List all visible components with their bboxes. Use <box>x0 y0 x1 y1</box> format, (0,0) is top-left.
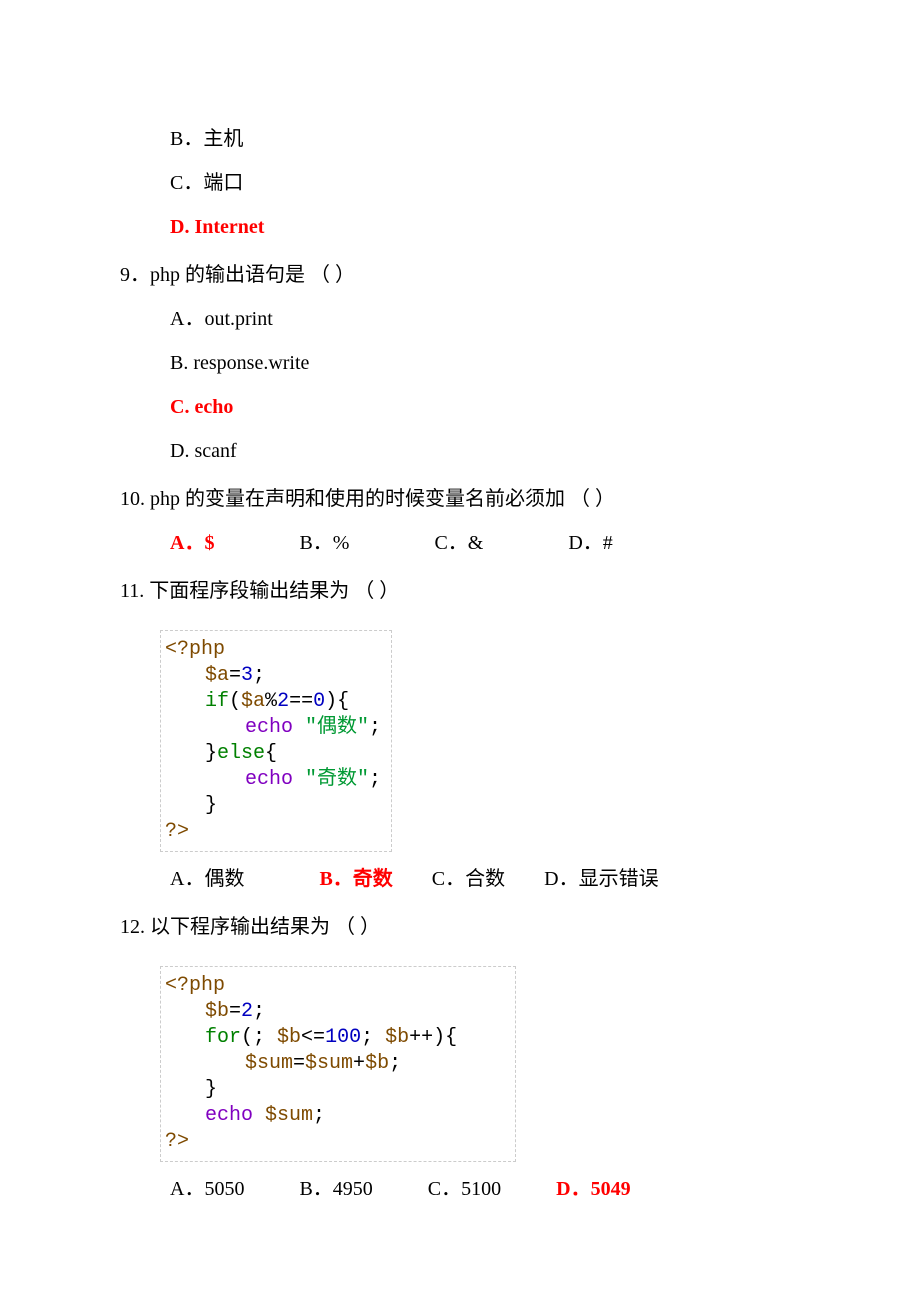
q8-option-d: D. Internet <box>120 212 800 242</box>
code-token: echo <box>205 1104 253 1127</box>
code-token: <?php <box>165 974 225 997</box>
q9-text: 9．php 的输出语句是 （ ） <box>120 260 800 290</box>
code-token: for <box>205 1026 241 1049</box>
code-token: $b <box>365 1052 389 1075</box>
q9-option-a: A．out.print <box>120 304 800 334</box>
q12-options: A．5050 B．4950 C．5100 D．5049 <box>120 1174 800 1204</box>
q8-option-c: C．端口 <box>120 168 800 198</box>
code-token: = <box>229 664 241 687</box>
code-token: % <box>265 690 277 713</box>
q11-option-c: C．合数 <box>432 864 505 894</box>
q10-options: A．$ B．% C．& D．# <box>120 528 800 558</box>
code-token: if <box>205 690 229 713</box>
code-token: ?> <box>165 1130 189 1153</box>
q8-option-b: B．主机 <box>120 124 800 154</box>
code-token: ( <box>229 690 241 713</box>
code-token: echo <box>245 716 293 739</box>
code-token: (; <box>241 1026 277 1049</box>
code-token: echo <box>245 768 293 791</box>
code-token: "奇数" <box>293 768 369 791</box>
code-token: { <box>265 742 277 765</box>
q9-option-d: D. scanf <box>120 436 800 466</box>
q11-option-d: D．显示错误 <box>544 864 658 894</box>
code-token: } <box>205 794 217 817</box>
q11-option-a: A．偶数 <box>170 864 244 894</box>
q12-option-c: C．5100 <box>428 1174 501 1204</box>
code-token: <?php <box>165 638 225 661</box>
code-token: 3 <box>241 664 253 687</box>
q9-option-b: B. response.write <box>120 348 800 378</box>
code-token: ; <box>369 716 381 739</box>
code-token: ++){ <box>409 1026 457 1049</box>
q12-code-block: <?php $b=2; for(; $b<=100; $b++){ $sum=$… <box>160 966 516 1162</box>
code-token: = <box>293 1052 305 1075</box>
code-token: else <box>217 742 265 765</box>
q9-option-c: C. echo <box>120 392 800 422</box>
code-token: 100 <box>325 1026 361 1049</box>
code-token: $sum <box>305 1052 353 1075</box>
code-token: ; <box>313 1104 325 1127</box>
q12-option-d: D．5049 <box>556 1174 630 1204</box>
code-token: = <box>229 1000 241 1023</box>
q12-text: 12. 以下程序输出结果为 （ ） <box>120 912 800 942</box>
q10-option-a: A．$ <box>170 528 214 558</box>
code-token: == <box>289 690 313 713</box>
document-page: B．主机 C．端口 D. Internet 9．php 的输出语句是 （ ） A… <box>0 0 920 1284</box>
code-token: } <box>205 1078 217 1101</box>
code-token: $sum <box>245 1052 293 1075</box>
code-token: ; <box>253 1000 265 1023</box>
code-token: "偶数" <box>293 716 369 739</box>
code-token: <= <box>301 1026 325 1049</box>
code-token: + <box>353 1052 365 1075</box>
code-token: 2 <box>241 1000 253 1023</box>
code-token: $sum <box>253 1104 313 1127</box>
code-token: $a <box>241 690 265 713</box>
code-token: ; <box>253 664 265 687</box>
code-token: $b <box>385 1026 409 1049</box>
code-token: $b <box>205 1000 229 1023</box>
code-token: ; <box>389 1052 401 1075</box>
code-token: ){ <box>325 690 349 713</box>
q10-option-d: D．# <box>568 528 612 558</box>
q10-option-c: C．& <box>434 528 483 558</box>
code-token: 2 <box>277 690 289 713</box>
code-token: } <box>205 742 217 765</box>
code-token: ; <box>361 1026 385 1049</box>
q11-text: 11. 下面程序段输出结果为 （ ） <box>120 576 800 606</box>
code-token: 0 <box>313 690 325 713</box>
q12-option-a: A．5050 <box>170 1174 244 1204</box>
q12-option-b: B．4950 <box>299 1174 372 1204</box>
q10-option-b: B．% <box>299 528 349 558</box>
q11-option-b: B．奇数 <box>319 864 392 894</box>
code-token: $a <box>205 664 229 687</box>
code-token: $b <box>277 1026 301 1049</box>
code-token: ; <box>369 768 381 791</box>
q11-options: A．偶数 B．奇数 C．合数 D．显示错误 <box>120 864 800 894</box>
q10-text: 10. php 的变量在声明和使用的时候变量名前必须加 （ ） <box>120 484 800 514</box>
q11-code-block: <?php $a=3; if($a%2==0){ echo "偶数"; }els… <box>160 630 392 852</box>
code-token: ?> <box>165 820 189 843</box>
